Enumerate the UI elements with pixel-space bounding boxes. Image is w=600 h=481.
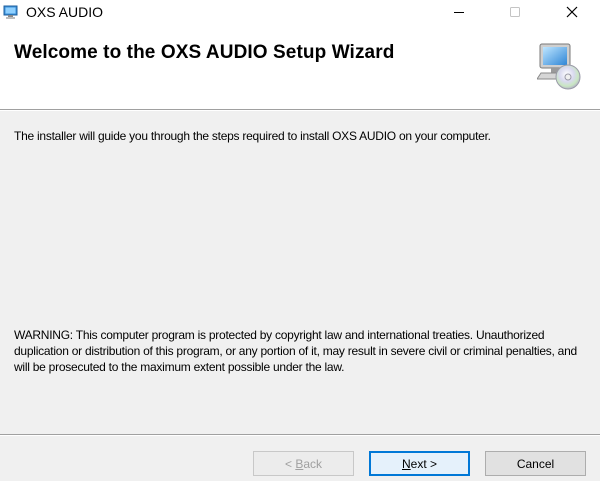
back-button-prefix: < [284,456,296,471]
maximize-icon [510,7,520,17]
close-icon [566,6,578,18]
next-button-label: ext > [410,456,438,471]
wizard-header: Welcome to the OXS AUDIO Setup Wizard [0,24,600,109]
page-title: Welcome to the OXS AUDIO Setup Wizard [14,42,395,63]
cancel-button-label: Cancel [516,456,555,471]
back-button-label: ack [303,456,323,471]
back-button-mnemonic: B [295,456,304,471]
installer-icon [3,4,19,20]
header-divider-highlight [0,110,600,111]
minimize-icon [454,12,464,13]
intro-text: The installer will guide you through the… [14,129,491,143]
next-button-mnemonic: N [401,456,411,471]
next-button[interactable]: Next > [369,451,470,476]
back-button[interactable]: < Back [253,451,354,476]
setup-computer-cd-icon [536,42,583,90]
footer-divider-highlight [0,435,600,436]
cancel-button[interactable]: Cancel [485,451,586,476]
window-title: OXS AUDIO [26,4,104,20]
maximize-button [487,0,543,24]
minimize-button[interactable] [431,0,487,24]
close-button[interactable] [544,0,600,24]
warning-text: WARNING: This computer program is protec… [14,328,577,374]
title-bar: OXS AUDIO [0,0,600,24]
